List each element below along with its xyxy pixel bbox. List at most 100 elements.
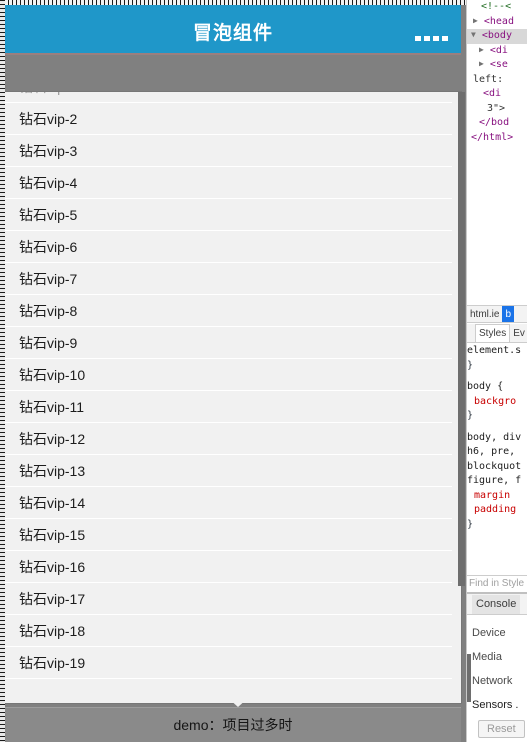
dom-node-text: <di	[483, 88, 502, 99]
list-item[interactable]: 钻石vip-6	[5, 231, 461, 263]
drawer-row-network[interactable]: Network	[472, 669, 527, 693]
drawer-row-sensors[interactable]: Sensors .	[472, 693, 527, 717]
list-item-label: 钻石vip-15	[19, 527, 86, 543]
list-item[interactable]: 钻石vip-8	[5, 295, 461, 327]
list-scrollbar-thumb[interactable]	[458, 92, 465, 586]
list-item-label: 钻石vip-14	[19, 495, 86, 511]
list-item-label: 钻石vip-10	[19, 367, 86, 383]
css-rule-line: body {	[467, 381, 504, 392]
list-item[interactable]: 钻石vip-7	[5, 263, 461, 295]
page-title: 冒泡组件	[192, 23, 273, 44]
dom-node-body[interactable]: ▼ <body	[467, 29, 527, 44]
css-spacer	[467, 424, 527, 431]
list-item[interactable]: 钻石vip-16	[5, 551, 461, 583]
drawer-scrollbar-thumb[interactable]	[467, 654, 471, 702]
list-item-label: 钻石vip-5	[19, 207, 78, 223]
list-item-label: 钻石vip-8	[19, 303, 78, 319]
list-item[interactable]: 钻石vip-19	[5, 647, 461, 679]
list-item[interactable]: 钻石vip-4	[5, 167, 461, 199]
device-ruler-left	[0, 0, 5, 742]
list-item-label: 钻石vip-18	[19, 623, 86, 639]
dom-node[interactable]: </bod	[467, 116, 527, 131]
list-item-label: 钻石vip-4	[19, 175, 78, 191]
list-item-label: 钻石vip-7	[19, 271, 78, 287]
list-item[interactable]: 钻石vip-3	[5, 135, 461, 167]
list-item-label: 钻石vip-19	[19, 655, 86, 671]
dom-node-text: <di	[489, 44, 508, 56]
breadcrumb-item-html[interactable]: html.ie	[467, 306, 502, 322]
css-declaration[interactable]: padding	[467, 503, 527, 518]
menu-dot	[442, 36, 448, 41]
list-item[interactable]: 钻石vip-10	[5, 359, 461, 391]
find-in-styles-input[interactable]: Find in Style	[467, 575, 527, 592]
list-item-label: 钻石vip-3	[19, 143, 78, 159]
dom-node-text: left:	[473, 73, 504, 85]
css-rule-line: }	[467, 359, 474, 371]
breadcrumb[interactable]: html.ie b	[467, 305, 527, 323]
tab-console[interactable]: Console	[472, 594, 521, 614]
dom-node-text: <!--<	[481, 1, 512, 12]
chevron-right-icon[interactable]: ▶	[479, 45, 484, 54]
dom-node-text: </bod	[479, 117, 510, 128]
dom-node[interactable]: ▶ <head	[467, 15, 527, 30]
breadcrumb-item-body[interactable]: b	[502, 306, 515, 322]
list-item[interactable]: 钻石vip-1	[5, 92, 461, 103]
chevron-down-icon[interactable]: ▼	[471, 30, 476, 39]
dom-attribute[interactable]: left:	[467, 73, 527, 88]
list-item[interactable]: 钻石vip-13	[5, 455, 461, 487]
reset-button[interactable]: Reset	[478, 720, 525, 738]
chevron-right-icon[interactable]: ▶	[473, 16, 478, 25]
list-item[interactable]: 钻石vip-9	[5, 327, 461, 359]
bubble-popover-panel: 钻石vip-1 钻石vip-2 钻石vip-3 钻石vip-4 钻石vip-5 …	[5, 92, 461, 703]
list-item[interactable]: 钻石vip-15	[5, 519, 461, 551]
vip-list: 钻石vip-1 钻石vip-2 钻石vip-3 钻石vip-4 钻石vip-5 …	[5, 92, 461, 679]
dom-node[interactable]: <di	[467, 87, 527, 102]
drawer-content: Device Media Network Sensors . Reset	[467, 615, 527, 738]
devtools-elements-tree[interactable]: <!--< ▶ <head ▼ <body ▶ <di ▶ <se left: …	[467, 0, 527, 295]
list-item-label: 钻石vip-13	[19, 463, 86, 479]
drawer-row-media[interactable]: Media	[472, 645, 527, 669]
menu-dot	[433, 36, 439, 41]
menu-dot	[415, 36, 421, 41]
list-item[interactable]: 钻石vip-17	[5, 583, 461, 615]
dom-attribute[interactable]: 3">	[467, 102, 527, 117]
css-rule-line: h6, pre,	[467, 446, 516, 457]
list-item-label: 钻石vip-9	[19, 335, 78, 351]
menu-dots-icon[interactable]	[415, 36, 448, 41]
css-declaration[interactable]: margin	[467, 489, 527, 504]
tab-event-listeners[interactable]: Ev	[510, 328, 527, 339]
list-item[interactable]: 钻石vip-11	[5, 391, 461, 423]
css-rule-line: body, div	[467, 431, 522, 443]
list-item[interactable]: 钻石vip-18	[5, 615, 461, 647]
list-item[interactable]: 钻石vip-5	[5, 199, 461, 231]
list-item-label: 钻石vip-17	[19, 591, 86, 607]
dom-node[interactable]: ▶ <di	[467, 44, 527, 59]
chevron-right-icon[interactable]: ▶	[479, 59, 484, 68]
css-rule-line: element.s	[467, 345, 522, 356]
list-item-label: 钻石vip-6	[19, 239, 78, 255]
list-item-label: 钻石vip-1	[19, 92, 77, 95]
list-item[interactable]: 钻石vip-12	[5, 423, 461, 455]
tab-styles[interactable]: Styles	[475, 324, 511, 342]
device-ruler-top	[0, 0, 466, 5]
drawer-tab-strip[interactable]: Console	[467, 594, 527, 615]
css-declaration[interactable]: backgro	[467, 395, 527, 410]
header-underline	[5, 53, 461, 55]
dom-node[interactable]: </html>	[467, 131, 527, 146]
screen-root: 冒泡组件 钻石vip-1 钻石vip-2 钻石vip-3 钻石vip-4 钻石v…	[0, 0, 527, 742]
devtools-drawer: Console Device Media Network Sensors . R…	[467, 592, 527, 742]
drawer-row-device[interactable]: Device	[472, 621, 527, 645]
dom-node[interactable]: <!--<	[467, 0, 527, 15]
list-item[interactable]: 钻石vip-14	[5, 487, 461, 519]
list-item[interactable]: 钻石vip-2	[5, 103, 461, 135]
menu-dot	[424, 36, 430, 41]
styles-rules-pane[interactable]: element.s } body { backgro } body, div h…	[467, 344, 527, 572]
dom-node[interactable]: ▶ <se	[467, 58, 527, 73]
dom-node-text: 3">	[487, 102, 506, 114]
css-rule-line: }	[467, 410, 474, 421]
dom-node-text: </html>	[471, 131, 514, 143]
styles-tab-strip[interactable]: Styles Ev	[467, 324, 527, 343]
app-header: 冒泡组件	[5, 5, 461, 53]
popover-caret-icon	[228, 698, 248, 707]
list-item-label: 钻石vip-11	[19, 399, 85, 415]
